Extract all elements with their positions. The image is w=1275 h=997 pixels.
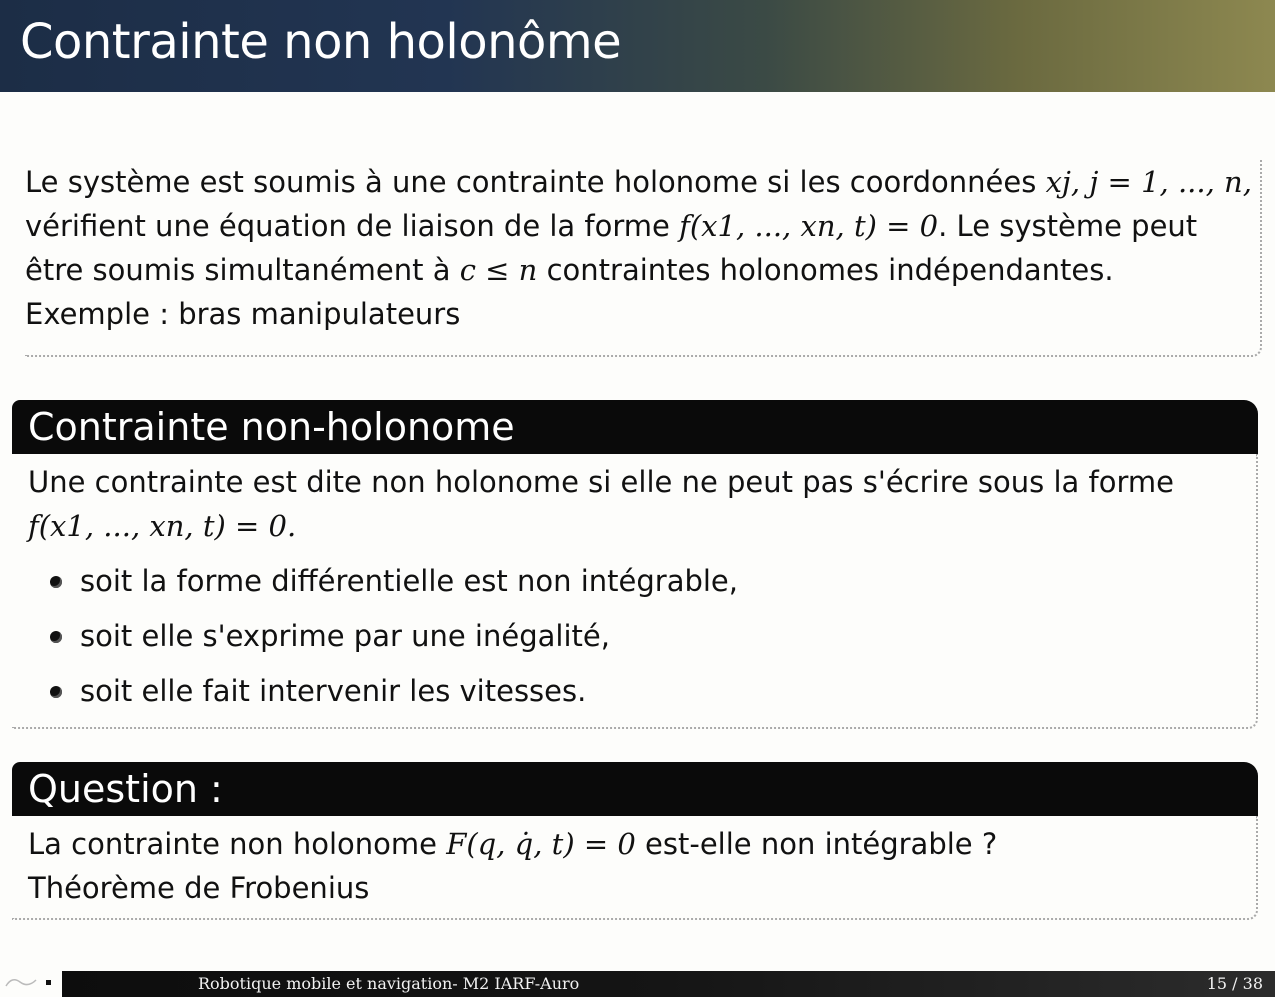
intro-line-3-text: être soumis simultanément à: [25, 253, 460, 287]
slide-title: Contrainte non holonôme: [20, 14, 622, 70]
title-bar: Contrainte non holonôme: [0, 0, 1275, 92]
question-heading: Question :: [12, 762, 1258, 816]
question-line-1-text: La contrainte non holonome: [28, 827, 447, 861]
footer-logo-icon: [4, 974, 46, 990]
nonholonomic-block: Contrainte non-holonome Une contrainte e…: [12, 400, 1258, 729]
question-block: Question : La contrainte non holonome F(…: [12, 762, 1258, 920]
intro-line-3: être soumis simultanément à c ≤ n contra…: [25, 248, 1260, 292]
bullet-item: soit elle s'exprime par une inégalité,: [50, 609, 1240, 664]
bullet-item: soit la forme différentielle est non int…: [50, 554, 1240, 609]
intro-line-1-math: xj, j = 1, ..., n,: [1045, 165, 1252, 199]
intro-line-1-text: Le système est soumis à une contrainte h…: [25, 165, 1046, 199]
footer-page-number: 15 / 38: [1206, 974, 1263, 993]
intro-line-2-math: f(x1, ..., xn, t) = 0: [679, 209, 939, 243]
footer: Robotique mobile et navigation- M2 IARF-…: [0, 968, 1275, 997]
question-line-2: Théorème de Frobenius: [28, 871, 370, 905]
intro-line-2-text: vérifient une équation de liaison de la …: [25, 209, 680, 243]
footer-course-title: Robotique mobile et navigation- M2 IARF-…: [198, 974, 580, 993]
question-line-1-math: F(q, q̇, t) = 0: [446, 827, 636, 861]
footer-bar: Robotique mobile et navigation- M2 IARF-…: [62, 971, 1275, 997]
bullet-item: soit elle fait intervenir les vitesses.: [50, 664, 1240, 719]
nonholonomic-formula: f(x1, ..., xn, t) = 0.: [28, 509, 297, 543]
question-line-1-tail: est-elle non intégrable ?: [635, 827, 998, 861]
footer-marker-icon: [46, 980, 51, 985]
intro-line-2-tail: . Le système peut: [938, 209, 1198, 243]
intro-line-3-math: c ≤ n: [459, 253, 538, 287]
intro-line-1: Le système est soumis à une contrainte h…: [25, 160, 1260, 204]
question-body: La contrainte non holonome F(q, q̇, t) =…: [12, 816, 1258, 920]
intro-line-2: vérifient une équation de liaison de la …: [25, 204, 1260, 248]
holonomic-definition: Le système est soumis à une contrainte h…: [25, 160, 1262, 357]
nonholonomic-body: Une contrainte est dite non holonome si …: [12, 454, 1258, 729]
nonholonomic-text: Une contrainte est dite non holonome si …: [28, 465, 1174, 499]
intro-example: Exemple : bras manipulateurs: [25, 297, 461, 331]
question-line-1: La contrainte non holonome F(q, q̇, t) =…: [28, 822, 1240, 866]
nonholonomic-heading: Contrainte non-holonome: [12, 400, 1258, 454]
intro-line-3-tail: contraintes holonomes indépendantes.: [537, 253, 1114, 287]
nonholonomic-bullet-list: soit la forme différentielle est non int…: [28, 554, 1240, 719]
